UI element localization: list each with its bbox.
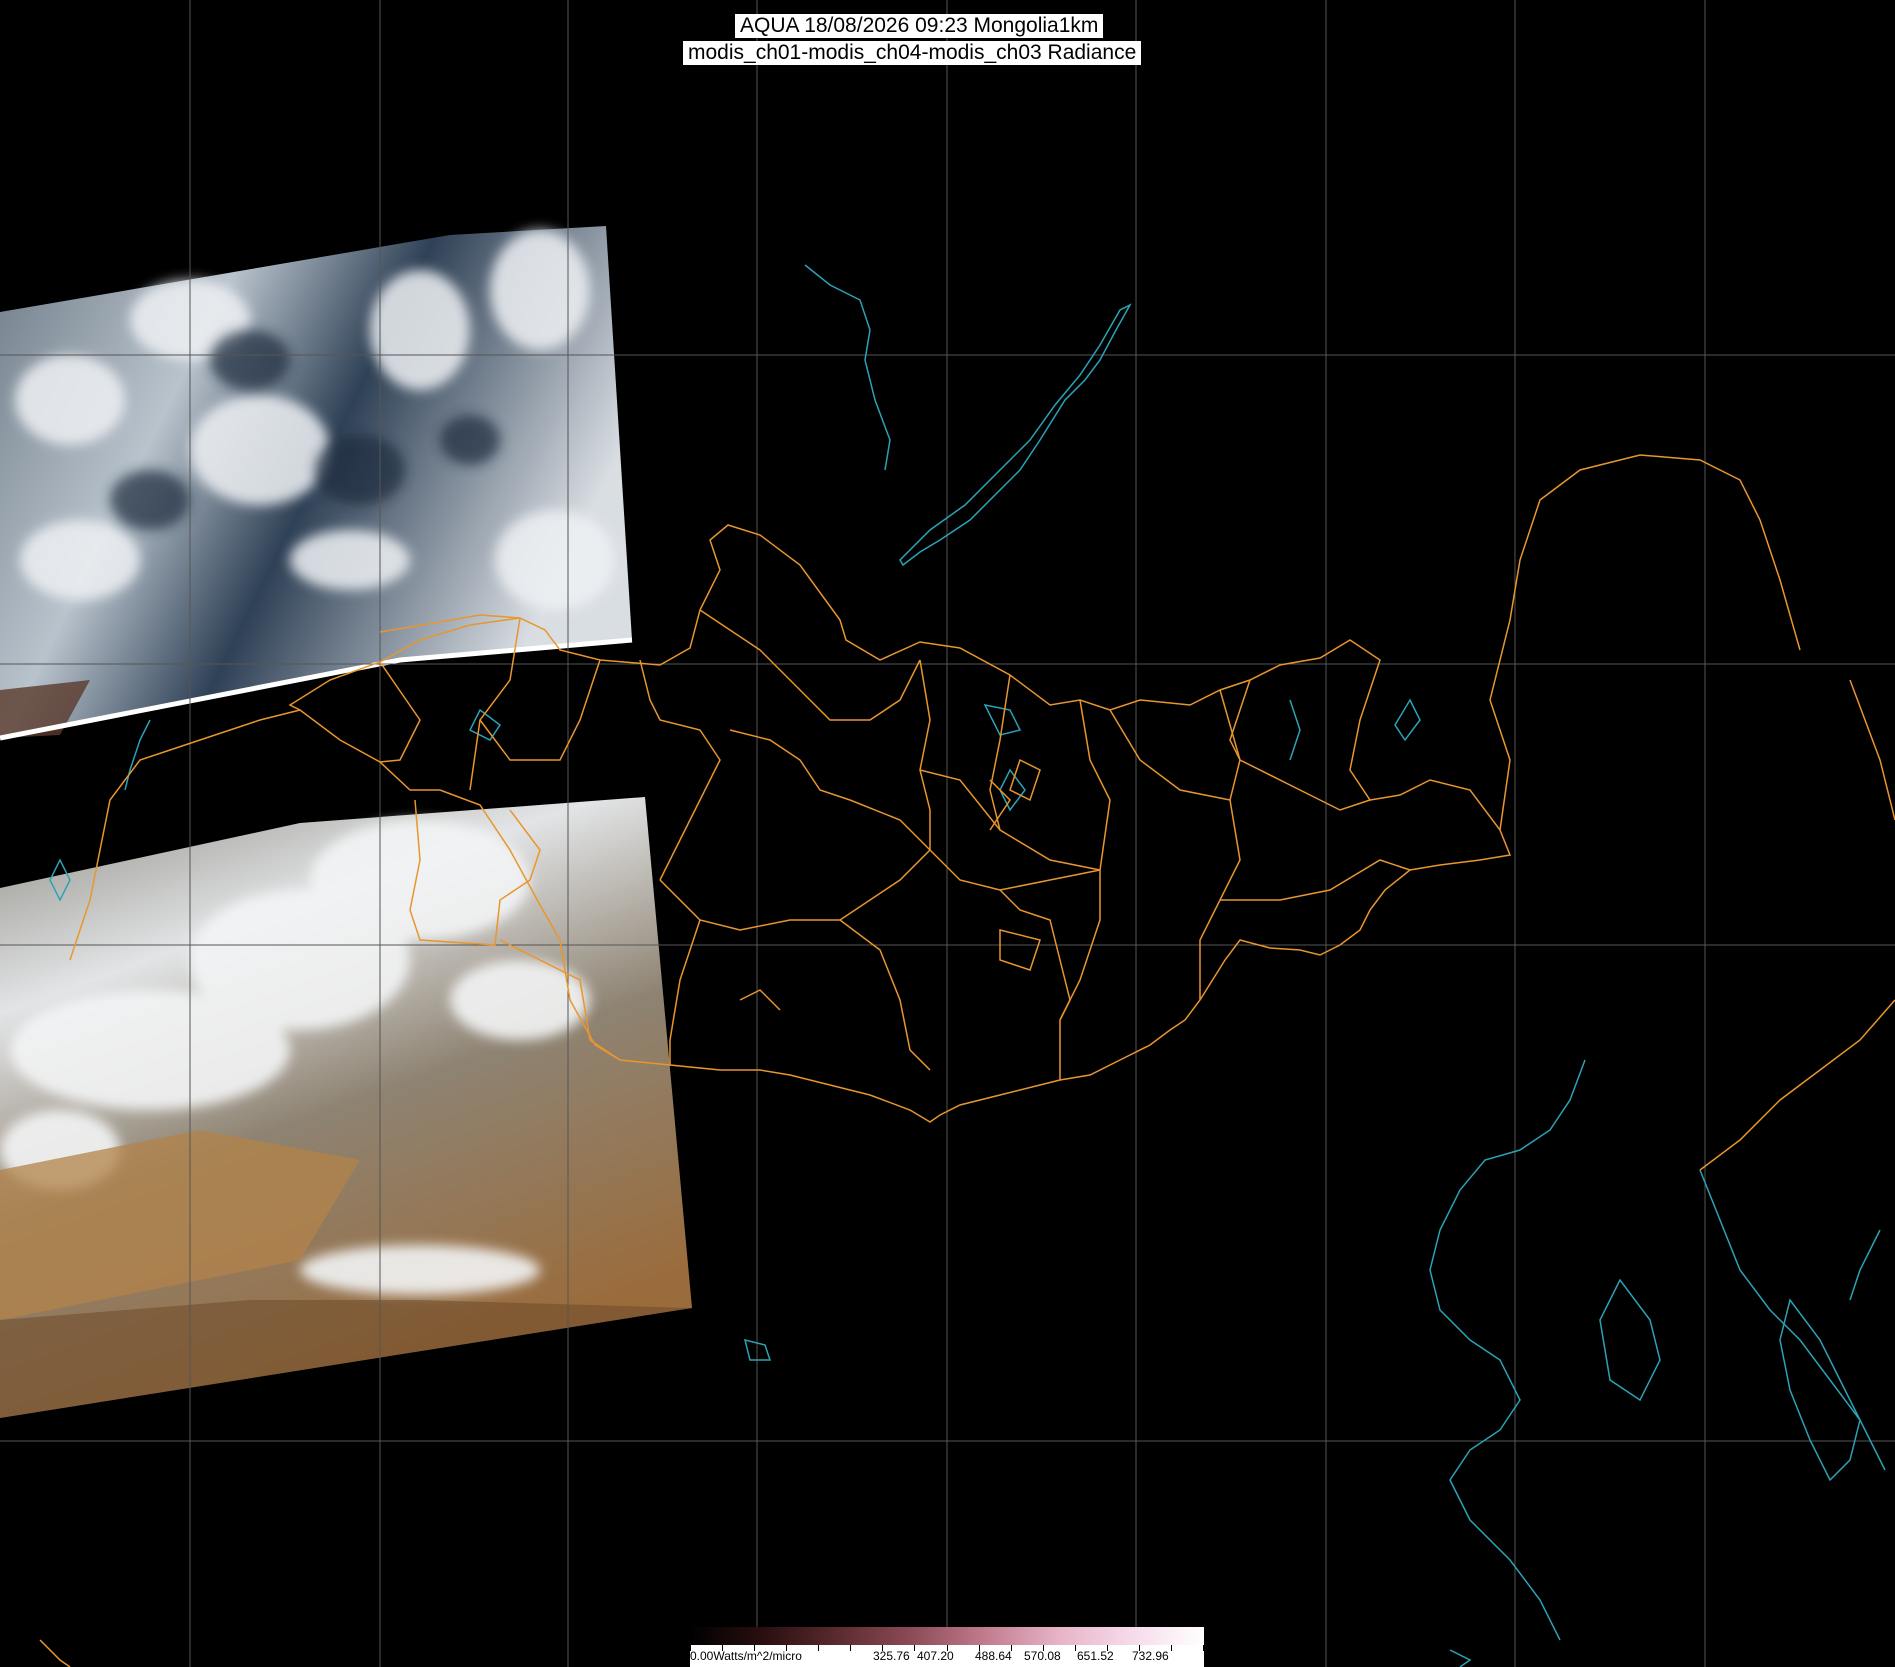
colorbar-tick-label: 570.08 [1024,1649,1061,1663]
colorbar-min-label: 0.00Watts/m^2/micro [690,1649,802,1663]
colorbar-tick-label: 651.52 [1077,1649,1114,1663]
satellite-map [0,0,1895,1667]
colorbar-gradient [690,1627,1204,1645]
colorbar-legend: 0.00Watts/m^2/micro 325.76 407.20 488.64… [690,1627,1204,1667]
lower-satellite-swath [0,797,692,1418]
colorbar-tick-label: 732.96 [1132,1649,1169,1663]
map-title-line-2: modis_ch01-modis_ch04-modis_ch03 Radianc… [683,41,1142,65]
map-viewer: AQUA 18/08/2026 09:23 Mongolia1km modis_… [0,0,1895,1667]
map-title-line-1: AQUA 18/08/2026 09:23 Mongolia1km [735,14,1104,38]
colorbar-tick-label: 488.64 [975,1649,1012,1663]
upper-satellite-swath [0,226,633,741]
colorbar-tick-label: 407.20 [917,1649,954,1663]
colorbar-tick-label: 325.76 [873,1649,910,1663]
